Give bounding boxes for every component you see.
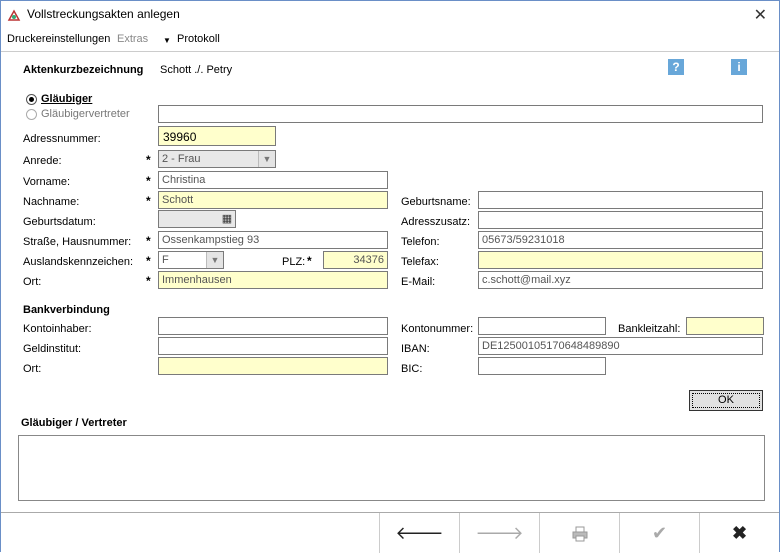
- check-icon: ✔: [651, 523, 668, 543]
- auslandskennzeichen-label: Auslandskennzeichen:: [23, 256, 134, 268]
- bank-ort-field[interactable]: [158, 357, 388, 375]
- bank-ort-label: Ort:: [23, 363, 42, 375]
- calendar-icon[interactable]: ▦: [220, 212, 234, 226]
- aktenkurzbezeichnung-label: Aktenkurzbezeichnung: [23, 64, 144, 76]
- window-title: Vollstreckungsakten anlegen: [27, 7, 180, 21]
- vertreter-field[interactable]: [158, 105, 763, 123]
- auslandskennzeichen-select[interactable]: F ▼: [158, 251, 224, 269]
- bic-field[interactable]: [478, 357, 606, 375]
- geldinstitut-field[interactable]: [158, 337, 388, 355]
- bankverbindung-heading: Bankverbindung: [23, 304, 110, 316]
- chevron-down-icon: ▼: [258, 151, 275, 167]
- window-close-icon[interactable]: ✕: [754, 5, 767, 25]
- help-icon[interactable]: ?: [668, 59, 684, 75]
- telefax-field[interactable]: [478, 251, 763, 269]
- telefon-field[interactable]: 05673/59231018: [478, 231, 763, 249]
- required-marker: *: [146, 194, 151, 208]
- email-field[interactable]: c.schott@mail.xyz: [478, 271, 763, 289]
- app-icon: [7, 9, 21, 21]
- anrede-label: Anrede:: [23, 155, 62, 167]
- title-bar: Vollstreckungsakten anlegen ✕: [1, 1, 779, 29]
- auslandskennzeichen-value: F: [162, 254, 169, 266]
- required-marker: *: [146, 274, 151, 288]
- required-marker: *: [146, 153, 151, 167]
- arrow-right-icon: 🡒: [475, 523, 524, 543]
- telefax-label: Telefax:: [401, 256, 439, 268]
- kontoinhaber-label: Kontoinhaber:: [23, 323, 92, 335]
- strasse-label: Straße, Hausnummer:: [23, 236, 132, 248]
- geburtsdatum-field[interactable]: ▦: [158, 210, 236, 228]
- bankleitzahl-field[interactable]: [686, 317, 764, 335]
- required-marker: *: [146, 254, 151, 268]
- dropdown-caret-icon: ▼: [163, 36, 171, 45]
- back-button[interactable]: 🡐: [379, 513, 459, 553]
- telefon-label: Telefon:: [401, 236, 440, 248]
- aktenkurzbezeichnung-value: Schott ./. Petry: [160, 64, 233, 76]
- iban-field[interactable]: DE12500105170648489890: [478, 337, 763, 355]
- menu-protokoll[interactable]: Protokoll: [177, 33, 220, 45]
- printer-icon: [572, 526, 587, 542]
- arrow-left-icon: 🡐: [395, 523, 444, 543]
- adressnummer-label: Adressnummer:: [23, 133, 101, 145]
- menu-bar: Druckereinstellungen Extras ▼ Protokoll …: [1, 29, 779, 75]
- required-marker: *: [307, 254, 312, 268]
- info-icon[interactable]: i: [731, 59, 747, 75]
- kontonummer-field[interactable]: [478, 317, 606, 335]
- kontonummer-label: Kontonummer:: [401, 323, 474, 335]
- glaeubiger-radio-label[interactable]: Gläubiger: [41, 93, 92, 105]
- menu-separator: [1, 51, 779, 52]
- adressnummer-field[interactable]: 39960: [158, 126, 276, 146]
- geburtsname-label: Geburtsname:: [401, 196, 471, 208]
- required-marker: *: [146, 174, 151, 188]
- ok-button[interactable]: OK: [689, 390, 763, 411]
- chevron-down-icon: ▼: [206, 252, 223, 268]
- geldinstitut-label: Geldinstitut:: [23, 343, 82, 355]
- dialog-window: Vollstreckungsakten anlegen ✕ Druckerein…: [0, 0, 780, 553]
- forward-button[interactable]: 🡒: [459, 513, 539, 553]
- bankleitzahl-label: Bankleitzahl:: [618, 323, 681, 335]
- bic-label: BIC:: [401, 363, 423, 375]
- glaeubiger-vertreter-textarea[interactable]: [18, 435, 765, 501]
- bottom-toolbar: 🡐 🡒 ✔ ✖: [1, 512, 779, 553]
- strasse-field[interactable]: Ossenkampstieg 93: [158, 231, 388, 249]
- ort-field[interactable]: Immenhausen: [158, 271, 388, 289]
- email-label: E-Mail:: [401, 276, 436, 288]
- anrede-select[interactable]: 2 - Frau ▼: [158, 150, 276, 168]
- close-icon: ✖: [731, 523, 748, 543]
- adresszusatz-field[interactable]: [478, 211, 763, 229]
- nachname-label: Nachname:: [23, 196, 80, 208]
- print-button[interactable]: [539, 513, 619, 553]
- glaeubiger-vertreter-heading: Gläubiger / Vertreter: [21, 417, 127, 429]
- vorname-label: Vorname:: [23, 176, 71, 188]
- glaeubigervertreter-radio[interactable]: [26, 109, 37, 120]
- kontoinhaber-field[interactable]: [158, 317, 388, 335]
- confirm-button[interactable]: ✔: [619, 513, 699, 553]
- plz-field[interactable]: 34376: [323, 251, 388, 269]
- plz-label: PLZ:: [282, 256, 306, 268]
- iban-label: IBAN:: [401, 343, 430, 355]
- required-marker: *: [146, 234, 151, 248]
- adresszusatz-label: Adresszusatz:: [401, 216, 471, 228]
- menu-druckereinstellungen[interactable]: Druckereinstellungen: [7, 33, 110, 45]
- menu-extras[interactable]: Extras: [117, 33, 148, 45]
- anrede-value: 2 - Frau: [162, 153, 201, 165]
- ort-label: Ort:: [23, 276, 42, 288]
- cancel-button[interactable]: ✖: [699, 513, 779, 553]
- nachname-field[interactable]: Schott: [158, 191, 388, 209]
- geburtsname-field[interactable]: [478, 191, 763, 209]
- geburtsdatum-label: Geburtsdatum:: [23, 216, 96, 228]
- glaeubigervertreter-radio-label[interactable]: Gläubigervertreter: [41, 108, 130, 120]
- vorname-field[interactable]: Christina: [158, 171, 388, 189]
- glaeubiger-radio[interactable]: [26, 94, 37, 105]
